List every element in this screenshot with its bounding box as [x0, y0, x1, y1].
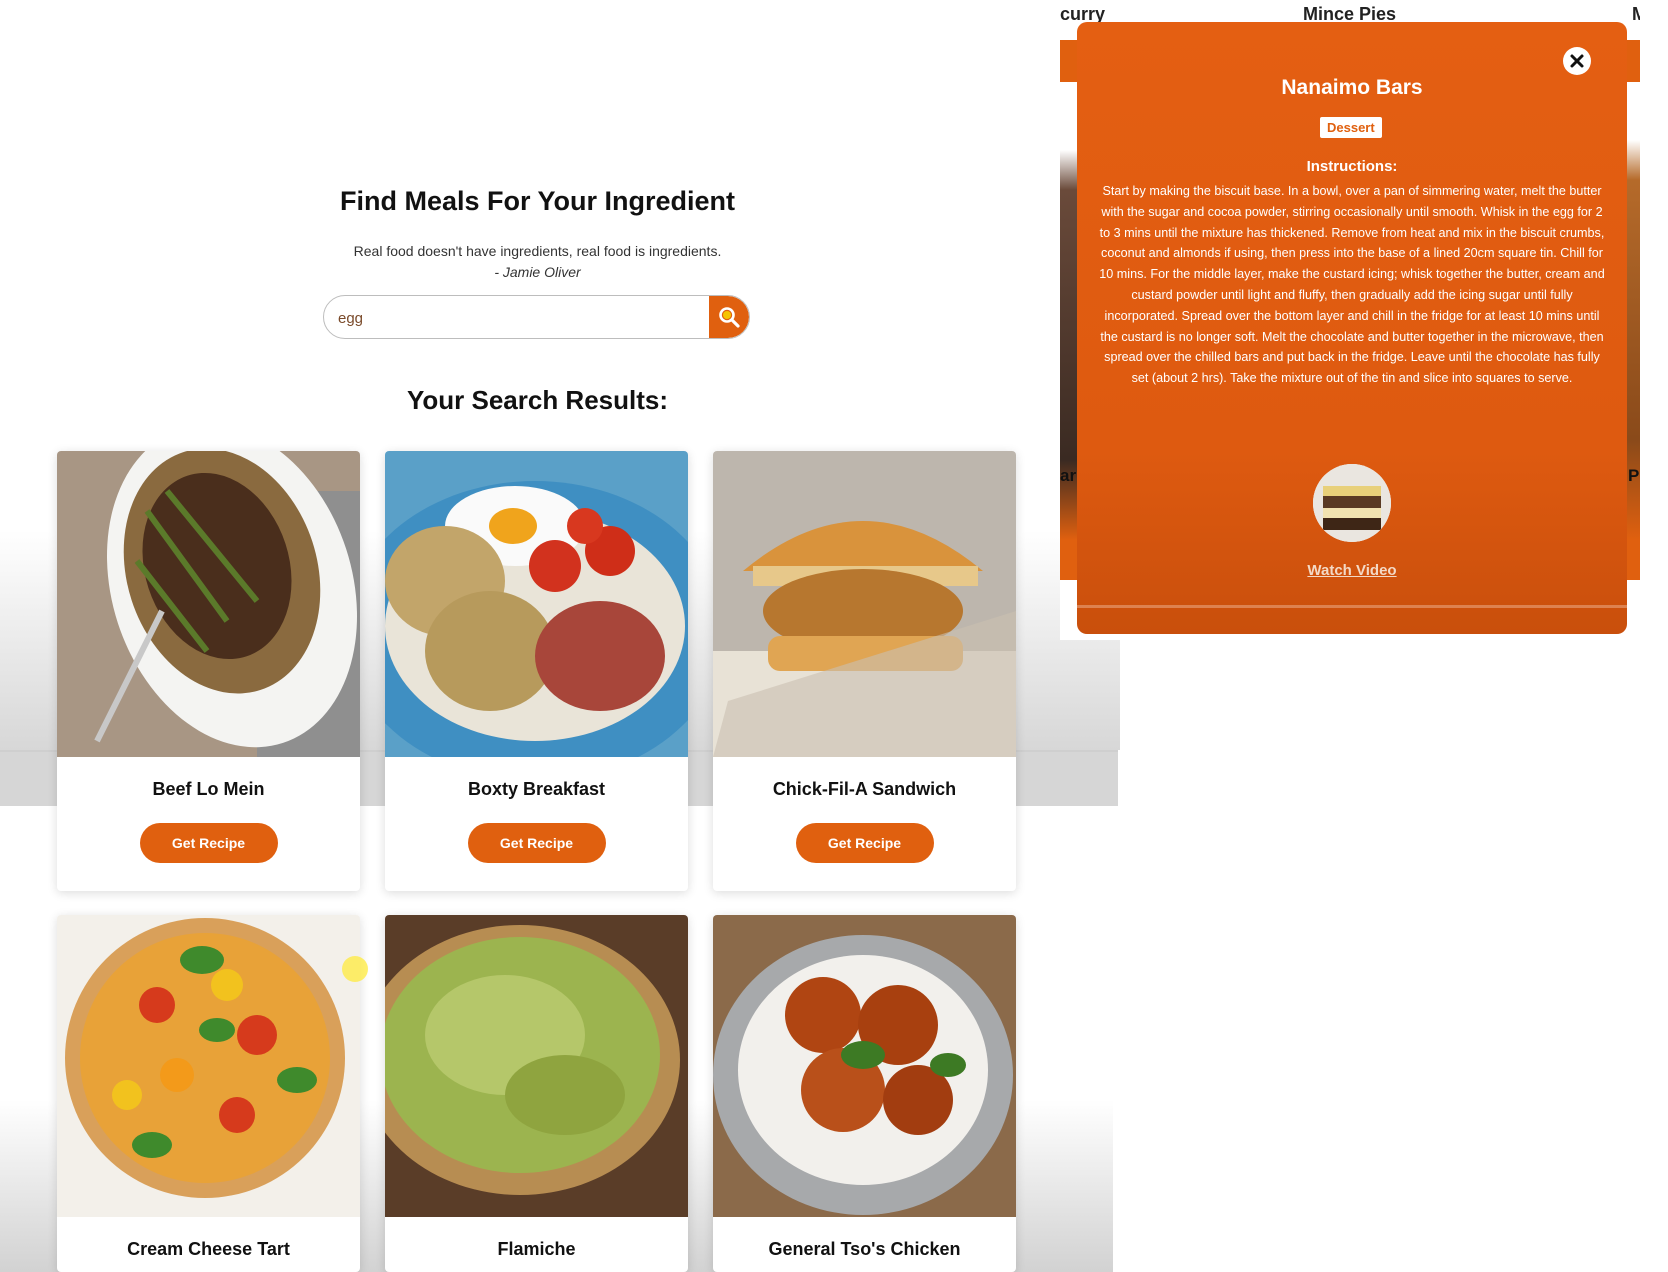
meal-card: Chick-Fil-A Sandwich Get Recipe — [713, 451, 1016, 891]
quote-text: Real food doesn't have ingredients, real… — [353, 243, 722, 259]
meal-image — [385, 915, 688, 1217]
meal-finder-page: Find Meals For Your Ingredient Real food… — [0, 0, 1120, 1272]
meal-name: Beef Lo Mein — [152, 779, 265, 799]
instructions-text: Start by making the biscuit base. In a b… — [1099, 184, 1605, 386]
meal-name: Boxty Breakfast — [467, 779, 606, 799]
background-meal-label: M — [1632, 4, 1640, 24]
meal-name: Flamiche — [497, 1239, 576, 1259]
search-button[interactable] — [709, 296, 749, 338]
meal-card: Beef Lo Mein Get Recipe — [57, 451, 360, 891]
meal-card: Flamiche — [385, 915, 688, 1272]
close-button[interactable] — [1563, 47, 1591, 75]
cursor-highlight — [342, 956, 368, 982]
search-icon — [719, 307, 740, 328]
meal-image — [385, 451, 688, 757]
search-bar — [323, 295, 750, 339]
page-title: Find Meals For Your Ingredient — [339, 186, 736, 216]
results-title: Your Search Results: — [406, 385, 669, 415]
meal-image — [57, 451, 360, 757]
close-icon — [1570, 54, 1584, 68]
quote: Real food doesn't have ingredients, real… — [0, 241, 1075, 283]
category-badge: Dessert — [1320, 117, 1382, 138]
get-recipe-button[interactable]: Get Recipe — [139, 823, 278, 863]
get-recipe-button[interactable]: Get Recipe — [467, 823, 606, 863]
quote-author: - Jamie Oliver — [494, 264, 581, 280]
search-input[interactable] — [336, 296, 680, 338]
recipe-modal: Nanaimo Bars Dessert Instructions: Start… — [1077, 22, 1627, 634]
meal-name: Chick-Fil-A Sandwich — [772, 779, 957, 799]
meal-image — [57, 915, 360, 1217]
get-recipe-button[interactable]: Get Recipe — [795, 823, 934, 863]
meal-card: Boxty Breakfast Get Recipe — [385, 451, 688, 891]
meal-name: Cream Cheese Tart — [127, 1239, 290, 1259]
meal-thumbnail — [1313, 464, 1391, 542]
background-meal-label: ar — [1060, 466, 1077, 485]
meal-card: Cream Cheese Tart — [57, 915, 360, 1272]
meal-image — [713, 915, 1016, 1217]
background-card-right — [1625, 40, 1640, 640]
watch-video-link[interactable]: Watch Video — [1077, 562, 1627, 579]
modal-meal-title: Nanaimo Bars — [1281, 76, 1423, 99]
recipe-modal-view: curry Mince Pies M ar P Nanaimo Bars Des… — [1060, 0, 1640, 640]
meal-name: General Tso's Chicken — [768, 1239, 961, 1259]
meal-card: General Tso's Chicken — [713, 915, 1016, 1272]
modal-divider — [1077, 605, 1627, 608]
background-meal-label: P — [1628, 466, 1640, 485]
meal-image — [713, 451, 1016, 757]
instructions-heading: Instructions: — [1306, 158, 1398, 175]
